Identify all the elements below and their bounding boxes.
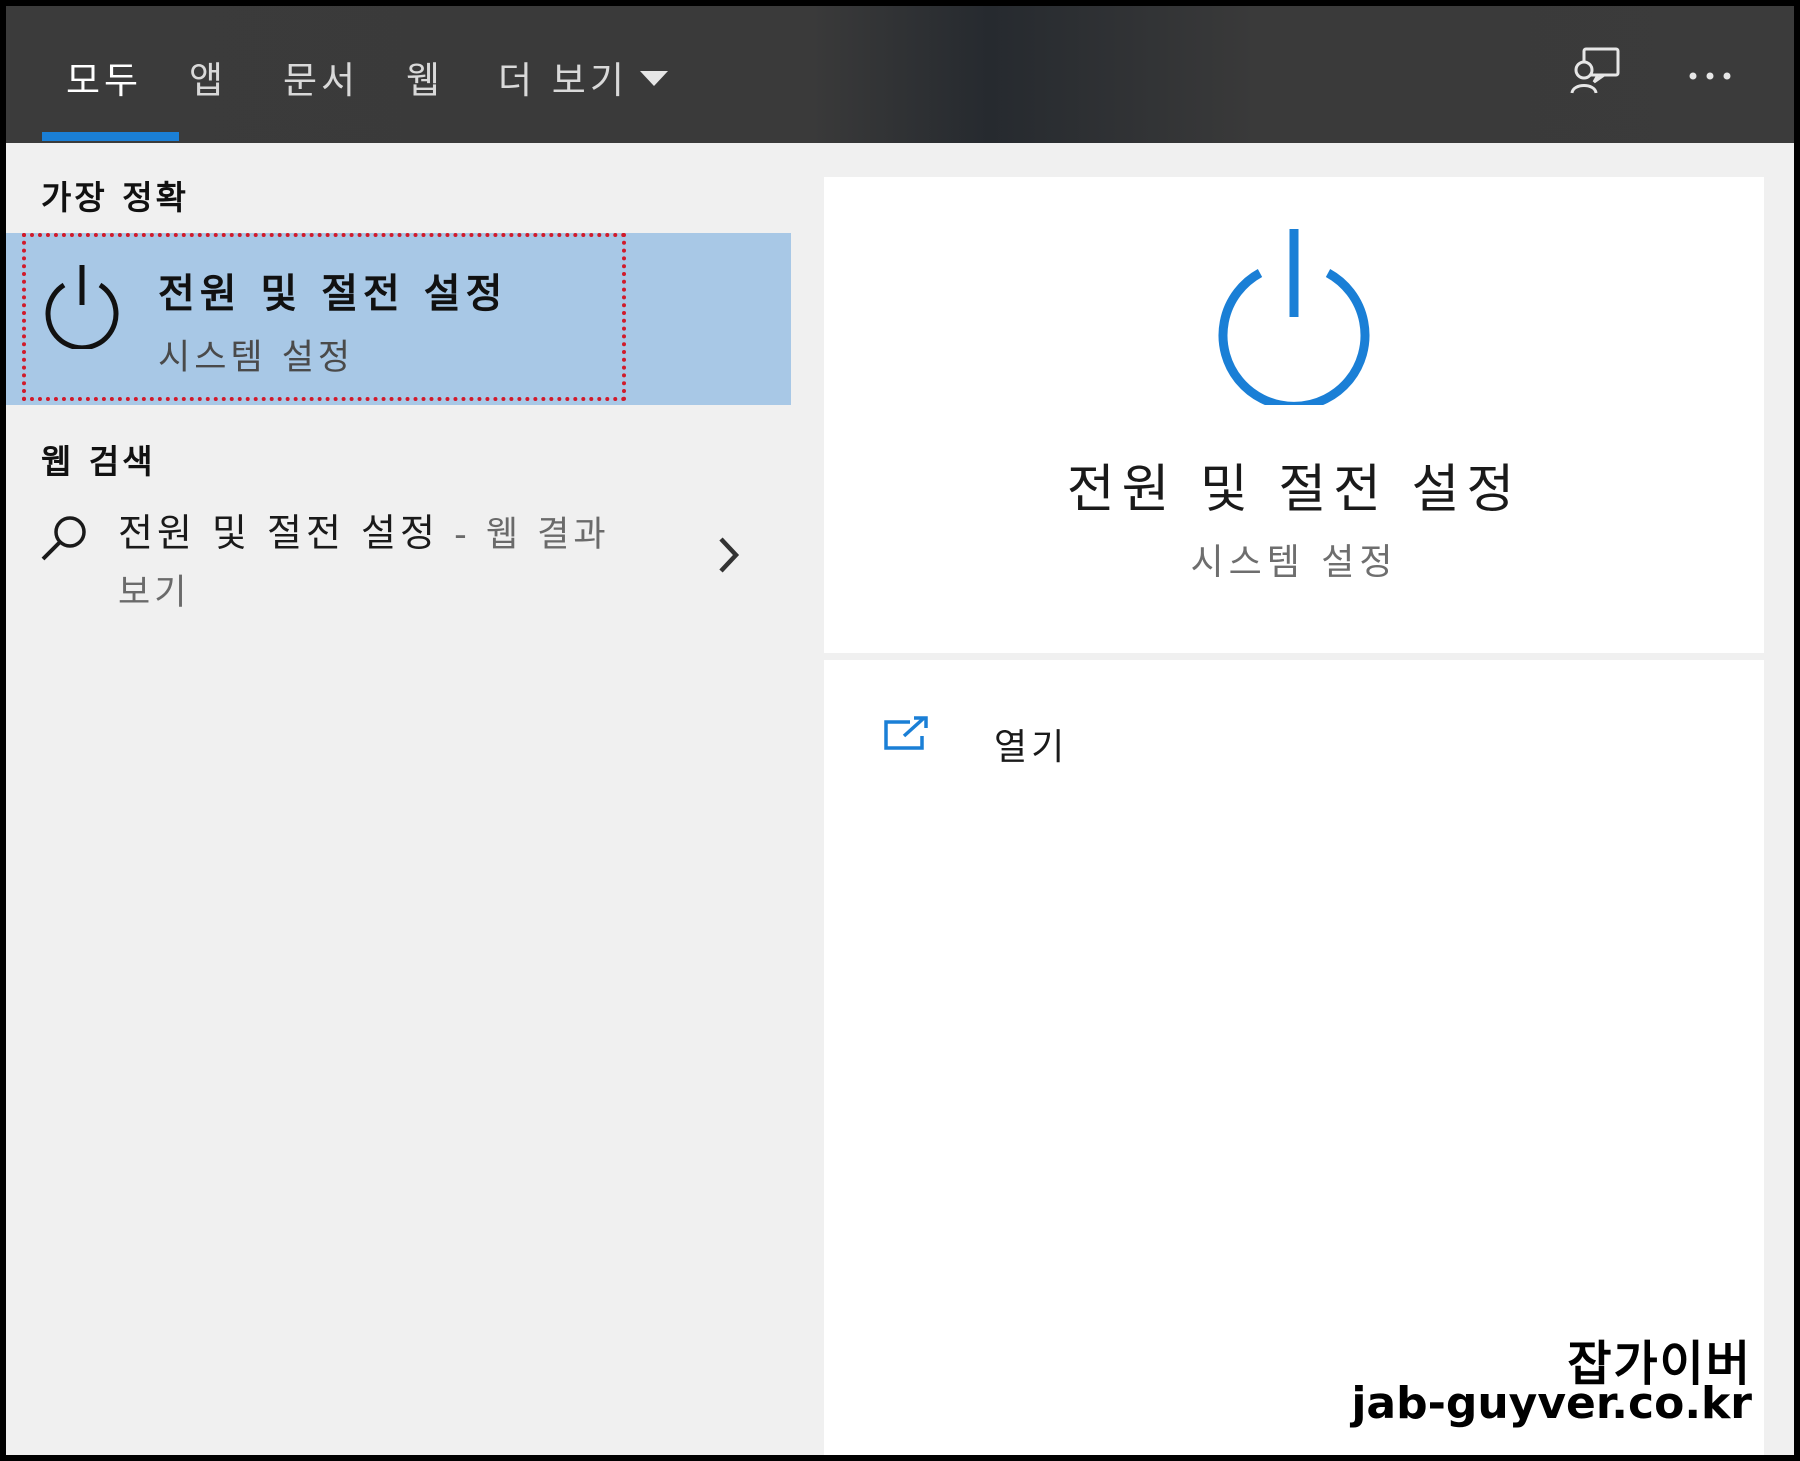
tab-all[interactable]: 모두: [66, 50, 142, 104]
tab-apps[interactable]: 앱: [189, 50, 227, 104]
power-icon: [1216, 229, 1372, 411]
feedback-icon[interactable]: [1570, 46, 1622, 100]
open-label: 열기: [994, 727, 1069, 768]
active-tab-indicator: [42, 132, 179, 141]
tab-web[interactable]: 웹: [406, 50, 444, 104]
preview-card: 전원 및 절전 설정 시스템 설정: [824, 177, 1764, 653]
chevron-right-icon[interactable]: [716, 535, 742, 579]
tab-more[interactable]: 더 보기: [498, 50, 668, 104]
best-match-result[interactable]: 전원 및 절전 설정 시스템 설정: [6, 233, 791, 405]
watermark-url: jab-guyver.co.kr: [1351, 1378, 1752, 1429]
open-external-icon: [884, 716, 930, 756]
search-scope-bar: 모두 앱 문서 웹 더 보기: [6, 6, 1794, 143]
tab-documents[interactable]: 문서: [283, 50, 359, 104]
more-options-icon[interactable]: [1688, 66, 1732, 85]
preview-subtitle: 시스템 설정: [1190, 542, 1398, 583]
web-search-text: 전원 및 절전 설정 - 웹 결과 보기: [118, 505, 638, 621]
search-icon: [40, 513, 90, 567]
best-match-subtitle: 시스템 설정: [158, 338, 355, 378]
web-search-result[interactable]: 전원 및 절전 설정 - 웹 결과 보기: [6, 505, 791, 625]
results-pane: 가장 정확 전원 및 절전 설정 시스템 설정 웹 검색 전원 및 절전 설정 …: [6, 143, 791, 1455]
best-match-title: 전원 및 절전 설정: [158, 271, 508, 317]
web-search-query: 전원 및 절전 설정: [118, 511, 439, 555]
chevron-down-icon: [639, 71, 668, 86]
best-match-heading: 가장 정확: [41, 178, 189, 217]
power-icon: [42, 263, 122, 353]
search-window: 모두 앱 문서 웹 더 보기 가장 정확 전원 및 절전 설정 시스템 설정 웹…: [6, 6, 1794, 1455]
web-search-heading: 웹 검색: [41, 442, 156, 481]
tab-more-label: 더 보기: [498, 59, 628, 102]
preview-title: 전원 및 절전 설정: [1066, 460, 1522, 520]
